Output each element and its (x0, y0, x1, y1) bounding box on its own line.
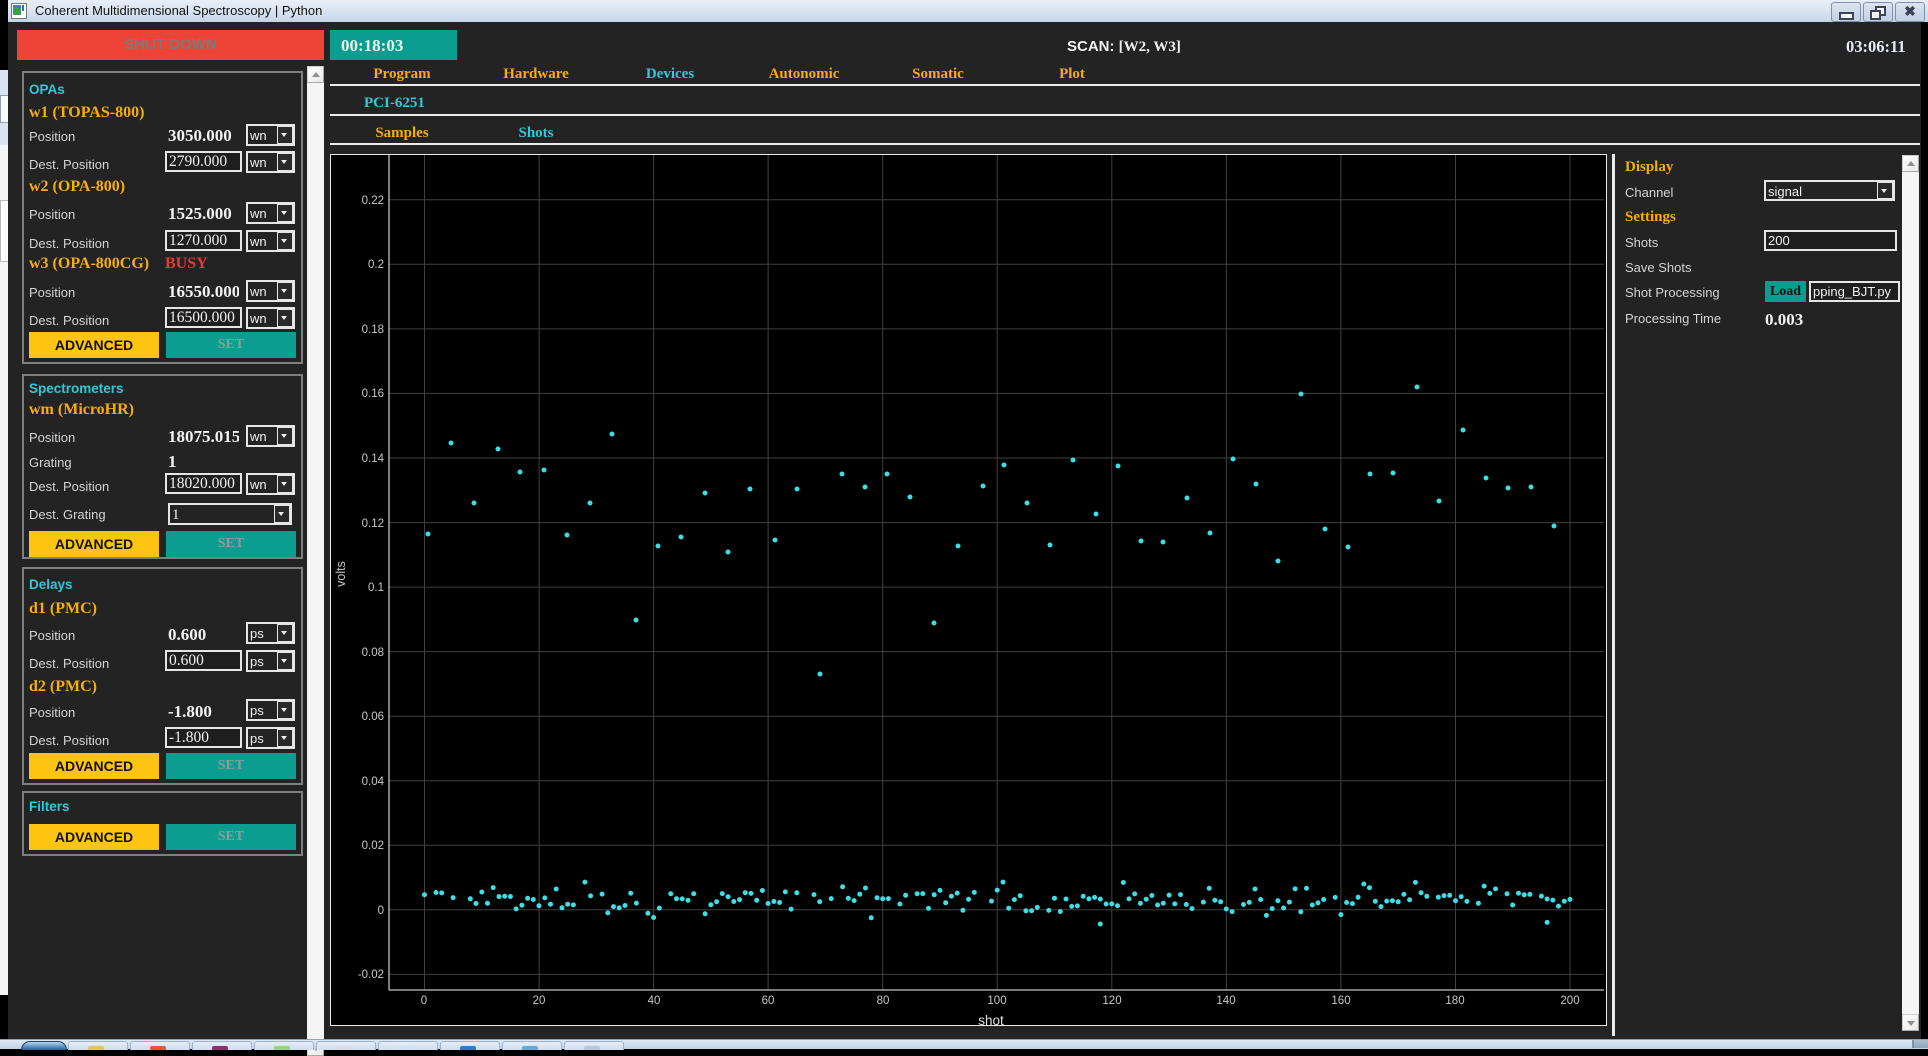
svg-text:0.22: 0.22 (362, 195, 384, 207)
svg-text:0.1: 0.1 (368, 582, 384, 594)
svg-text:120: 120 (1102, 995, 1121, 1007)
svg-text:200: 200 (1560, 995, 1579, 1007)
svg-text:0.02: 0.02 (362, 840, 384, 852)
svg-text:140: 140 (1216, 995, 1235, 1007)
svg-text:volts: volts (334, 561, 348, 587)
svg-text:0.14: 0.14 (362, 453, 385, 465)
svg-text:0.08: 0.08 (362, 647, 384, 659)
svg-text:40: 40 (648, 995, 661, 1007)
svg-text:0.12: 0.12 (362, 518, 384, 530)
svg-text:0.04: 0.04 (362, 776, 385, 788)
svg-text:60: 60 (762, 995, 775, 1007)
svg-text:0.18: 0.18 (362, 324, 384, 336)
svg-text:160: 160 (1331, 995, 1350, 1007)
svg-text:0: 0 (378, 905, 384, 917)
svg-text:shot: shot (978, 1013, 1004, 1026)
svg-text:0.16: 0.16 (362, 388, 384, 400)
svg-text:20: 20 (533, 995, 546, 1007)
svg-text:80: 80 (877, 995, 890, 1007)
svg-text:-0.02: -0.02 (358, 969, 384, 981)
svg-text:100: 100 (987, 995, 1006, 1007)
svg-text:180: 180 (1445, 995, 1464, 1007)
svg-text:0.06: 0.06 (362, 711, 384, 723)
svg-text:0.2: 0.2 (368, 259, 384, 271)
svg-text:0: 0 (421, 995, 427, 1007)
